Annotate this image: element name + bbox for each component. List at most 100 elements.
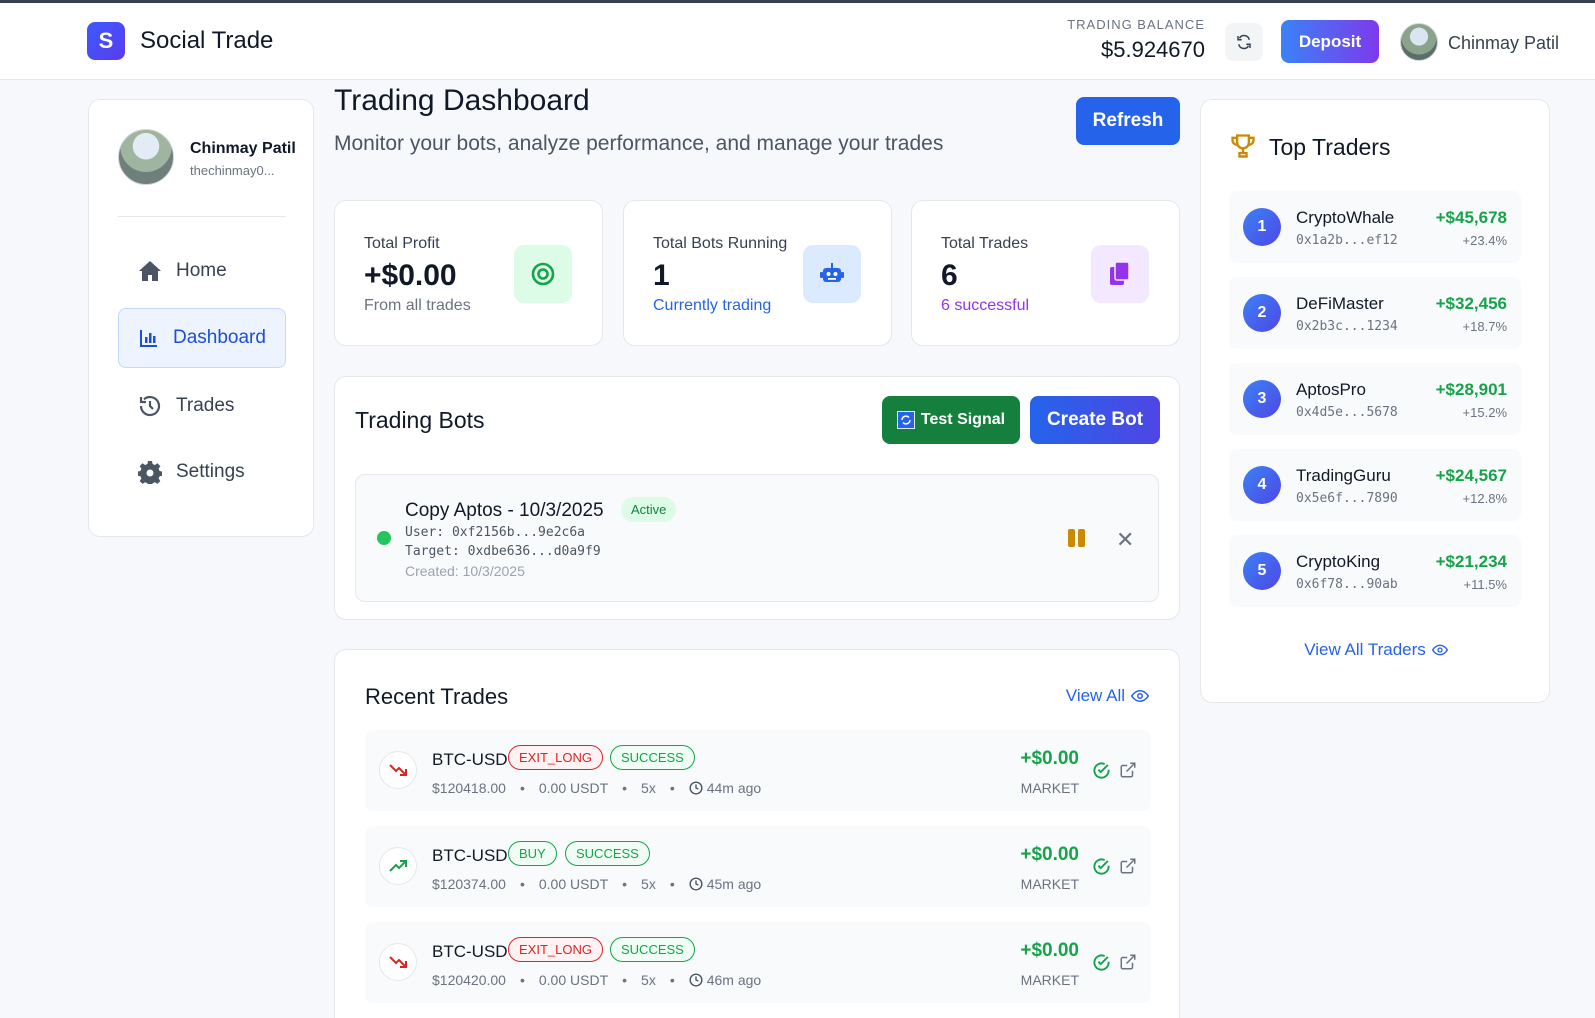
stat-value: 6 [941, 259, 958, 292]
external-link-icon[interactable] [1119, 953, 1137, 971]
test-signal-button[interactable]: Test Signal [882, 396, 1020, 444]
header-user-name[interactable]: Chinmay Patil [1448, 33, 1559, 54]
view-all-link[interactable]: View All [1066, 686, 1149, 706]
balance-label: TRADING BALANCE [1067, 17, 1205, 32]
side-badge: BUY [508, 841, 557, 866]
view-all-label: View All [1065, 686, 1125, 705]
side-badge: EXIT_LONG [508, 937, 603, 962]
external-link-icon[interactable] [1119, 857, 1137, 875]
rank-badge: 3 [1243, 380, 1281, 418]
sidebar-item-settings[interactable]: Settings [118, 442, 286, 502]
sidebar-item-home[interactable]: Home [118, 241, 286, 301]
order-type: MARKET [1020, 780, 1079, 796]
refresh-button[interactable]: Refresh [1076, 97, 1180, 145]
list-item[interactable]: 3 AptosPro 0x4d5e...5678 +$28,901 +15.2% [1229, 363, 1521, 435]
bot-user: User: 0xf2156b...9e2c6a [405, 525, 586, 540]
page-subtitle: Monitor your bots, analyze performance, … [334, 132, 944, 155]
profile-handle: thechinmay0... [190, 163, 275, 178]
trader-address: 0x2b3c...1234 [1296, 319, 1398, 334]
trade-pair: BTC-USD [432, 942, 508, 961]
check-circle-icon [1093, 858, 1110, 875]
trader-pct: +23.4% [1462, 233, 1507, 248]
trade-meta: $120420.00 • 0.00 USDT • 5x • 46m ago [432, 972, 762, 988]
brand-name[interactable]: Social Trade [140, 27, 273, 55]
copy-icon [1091, 245, 1149, 303]
order-type: MARKET [1020, 972, 1079, 988]
avatar[interactable] [1400, 23, 1438, 61]
status-badge: SUCCESS [610, 745, 695, 770]
trader-pct: +15.2% [1462, 405, 1507, 420]
recent-trades-card: Recent Trades View All BTC-USD EXIT_LONG… [334, 649, 1180, 1018]
stat-value: +$0.00 [364, 259, 457, 292]
view-all-traders-link[interactable]: View All Traders [1201, 640, 1551, 660]
signal-icon [896, 411, 915, 429]
trader-address: 0x5e6f...7890 [1296, 491, 1398, 506]
status-badge: SUCCESS [610, 937, 695, 962]
home-icon [139, 261, 161, 281]
section-title: Recent Trades [365, 684, 509, 709]
table-row[interactable]: BTC-USD BUY SUCCESS $120374.00 • 0.00 USD… [365, 826, 1151, 907]
trade-pnl: +$0.00 [1020, 940, 1079, 961]
sidebar-item-label: Trades [176, 395, 235, 416]
clock-icon [689, 781, 703, 795]
list-item[interactable]: 4 TradingGuru 0x5e6f...7890 +$24,567 +12… [1229, 449, 1521, 521]
clock-icon [689, 877, 703, 891]
stat-foot: From all trades [364, 297, 471, 314]
profile-avatar [118, 129, 174, 185]
divider [118, 216, 286, 217]
order-type: MARKET [1020, 876, 1079, 892]
table-row[interactable]: BTC-USD EXIT_LONG SUCCESS $120420.00 • 0.… [365, 922, 1151, 1003]
robot-icon [803, 245, 861, 303]
stat-card-total-profit: Total Profit +$0.00 From all trades [334, 200, 603, 346]
stat-foot: 6 successful [941, 297, 1030, 314]
sidebar-item-dashboard[interactable]: Dashboard [118, 308, 286, 368]
list-item[interactable]: 2 DeFiMaster 0x2b3c...1234 +$32,456 +18.… [1229, 277, 1521, 349]
app-header: S Social Trade TRADING BALANCE $5.924670… [0, 3, 1595, 80]
trade-price: $120418.00 [432, 780, 506, 796]
close-icon[interactable]: ✕ [1116, 527, 1134, 553]
bot-item[interactable]: Copy Aptos - 10/3/2025 Active User: 0xf2… [355, 474, 1159, 602]
list-item[interactable]: 5 CryptoKing 0x6f78...90ab +$21,234 +11.… [1229, 535, 1521, 607]
sidebar-item-label: Settings [176, 461, 245, 482]
sidebar-item-label: Dashboard [173, 327, 266, 348]
deposit-button[interactable]: Deposit [1281, 20, 1379, 63]
trader-pct: +12.8% [1462, 491, 1507, 506]
trader-address: 0x1a2b...ef12 [1296, 233, 1398, 248]
list-item[interactable]: 1 CryptoWhale 0x1a2b...ef12 +$45,678 +23… [1229, 191, 1521, 263]
bot-target: Target: 0xdbe636...d0a9f9 [405, 544, 601, 559]
stat-value: 1 [653, 259, 670, 292]
trader-pct: +11.5% [1463, 577, 1508, 592]
trade-pair: BTC-USD [432, 750, 508, 769]
sidebar-item-label: Home [176, 260, 227, 281]
pause-button[interactable] [1068, 529, 1088, 549]
sidebar-item-trades[interactable]: Trades [118, 376, 286, 436]
trade-amount: 0.00 USDT [538, 876, 609, 892]
check-circle-icon [1093, 762, 1110, 779]
test-signal-label: Test Signal [920, 411, 1006, 428]
trade-time: 45m ago [706, 876, 762, 892]
table-row[interactable]: BTC-USD EXIT_LONG SUCCESS $120418.00 • 0.… [365, 730, 1151, 811]
trader-name: DeFiMaster [1296, 294, 1384, 313]
trend-down-icon [379, 751, 417, 789]
history-icon [139, 395, 161, 417]
trader-address: 0x6f78...90ab [1296, 577, 1398, 592]
external-link-icon[interactable] [1119, 761, 1137, 779]
status-badge: SUCCESS [565, 841, 650, 866]
bar-chart-icon [140, 330, 157, 347]
trader-address: 0x4d5e...5678 [1296, 405, 1398, 420]
brand-logo[interactable]: S [87, 22, 125, 60]
refresh-balance-button[interactable] [1225, 23, 1263, 61]
trade-time: 44m ago [706, 780, 762, 796]
trade-meta: $120418.00 • 0.00 USDT • 5x • 44m ago [432, 780, 762, 796]
bot-name: Copy Aptos - 10/3/2025 [405, 500, 604, 521]
create-bot-button[interactable]: Create Bot [1030, 396, 1160, 444]
status-badge: Active [621, 497, 677, 522]
trade-amount: 0.00 USDT [538, 780, 609, 796]
rank-badge: 2 [1243, 294, 1281, 332]
stat-label: Total Trades [941, 235, 1029, 252]
profile-name: Chinmay Patil [190, 140, 296, 157]
sidebar: Chinmay Patil thechinmay0... Home Dashbo… [88, 99, 314, 537]
stat-label: Total Profit [364, 235, 440, 252]
trader-name: TradingGuru [1296, 466, 1391, 485]
target-icon [514, 245, 572, 303]
